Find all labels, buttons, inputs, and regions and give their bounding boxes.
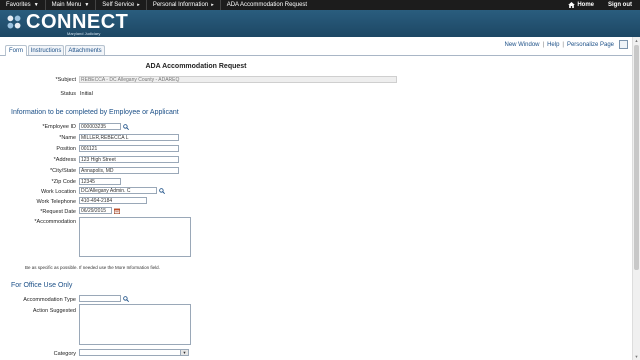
brand-banner: CONNECT Maryland Judiciary <box>0 10 640 37</box>
zip-code-field[interactable]: 12345 <box>79 178 121 185</box>
calendar-icon[interactable] <box>114 208 120 214</box>
chevron-right-icon: ▸ <box>137 2 140 8</box>
work-location-label: Work Location <box>40 189 76 195</box>
new-window-icon[interactable] <box>619 40 628 49</box>
chevron-down-icon[interactable]: ▼ <box>180 350 188 355</box>
main-menu-label: Main Menu <box>51 2 82 8</box>
chevron-down-icon: ▼ <box>84 2 90 8</box>
search-icon[interactable] <box>123 124 129 130</box>
request-date-label: *Request Date <box>40 209 76 215</box>
subject-label: *Subject <box>55 77 77 83</box>
top-navigation-bar: Favorites ▼ Main Menu ▼ Self Service ▸ Pers… <box>0 0 640 10</box>
chevron-right-icon: ▸ <box>211 2 214 8</box>
status-label: Status <box>60 91 76 97</box>
chevron-down-icon: ▼ <box>33 2 39 8</box>
category-label: Category <box>53 351 76 357</box>
action-suggested-textarea[interactable] <box>79 304 191 345</box>
favorites-menu[interactable]: Favorites ▼ <box>0 0 46 10</box>
section-office-heading: For Office Use Only <box>11 282 73 289</box>
scroll-down-icon[interactable]: ▼ <box>634 354 639 359</box>
search-icon[interactable] <box>159 188 165 194</box>
employee-id-label: *Employee ID <box>42 124 76 130</box>
category-select[interactable]: ▼ <box>79 349 189 356</box>
name-field[interactable]: MILLER,REBECCA L <box>79 134 179 141</box>
personalize-page-link[interactable]: Personalize Page <box>567 42 614 48</box>
accommodation-hint: Be as specific as possible. If needed us… <box>25 265 160 270</box>
page-links: New Window | Help | Personalize Page <box>504 40 628 49</box>
request-date-field[interactable]: 06/29/2015 <box>79 207 112 214</box>
breadcrumb-personal-information-label: Personal Information <box>152 2 209 8</box>
work-telephone-field[interactable]: 410-494-2184 <box>79 197 147 204</box>
zip-code-label: *Zip Code <box>51 179 76 185</box>
status-value: Initial <box>80 91 93 97</box>
page-title: ADA Accommodation Request <box>145 63 247 70</box>
favorites-menu-label: Favorites <box>6 2 31 8</box>
name-label: *Name <box>59 135 76 141</box>
logo-mark-icon <box>7 15 21 29</box>
accommodation-textarea[interactable] <box>79 217 191 257</box>
brand-name: CONNECT <box>26 11 129 33</box>
subject-field: REBECCA - DC Allegany County - ADAREQ <box>79 76 397 83</box>
new-window-link[interactable]: New Window <box>504 42 539 48</box>
home-link-label: Home <box>577 2 594 8</box>
tab-instructions[interactable]: Instructions <box>28 45 64 55</box>
city-state-field[interactable]: Annapolis, MD <box>79 167 179 174</box>
work-telephone-label: Work Telephone <box>36 199 76 205</box>
tab-form[interactable]: Form <box>5 45 27 56</box>
breadcrumb-current-page: ADA Accommodation Request <box>226 2 308 8</box>
address-field[interactable]: 123 High Street <box>79 156 179 163</box>
tab-attachments[interactable]: Attachments <box>65 45 105 55</box>
connect-logo: CONNECT Maryland Judiciary <box>5 11 129 36</box>
position-label: Position <box>56 146 76 152</box>
link-separator: | <box>562 41 564 48</box>
home-link[interactable]: Home <box>568 2 594 8</box>
vertical-scrollbar[interactable]: ▲ ▼ <box>632 37 640 360</box>
work-location-field[interactable]: DC/Allegany Admin. C <box>79 187 157 194</box>
main-menu[interactable]: Main Menu ▼ <box>46 0 97 10</box>
scroll-up-icon[interactable]: ▲ <box>634 38 639 43</box>
accommodation-type-field[interactable] <box>79 295 121 302</box>
breadcrumb-self-service[interactable]: Self Service ▸ <box>96 0 147 10</box>
home-icon <box>568 2 576 8</box>
action-suggested-label: Action Suggested <box>32 308 76 314</box>
search-icon[interactable] <box>123 296 129 302</box>
help-link[interactable]: Help <box>547 42 559 48</box>
section-employee-heading: Information to be completed by Employee … <box>11 109 179 116</box>
city-state-label: *City/State <box>50 168 76 174</box>
scrollbar-thumb[interactable] <box>634 45 639 270</box>
position-field[interactable]: 001121 <box>79 145 179 152</box>
employee-id-field[interactable]: 000003235 <box>79 123 121 130</box>
sign-out-link[interactable]: Sign out <box>608 2 632 8</box>
breadcrumb-personal-information[interactable]: Personal Information ▸ <box>147 0 221 10</box>
brand-tagline: Maryland Judiciary <box>67 31 101 36</box>
accommodation-type-label: Accommodation Type <box>23 297 76 303</box>
address-label: *Address <box>53 157 76 163</box>
accommodation-label: *Accommodation <box>34 219 76 225</box>
link-separator: | <box>542 41 545 48</box>
breadcrumb-self-service-label: Self Service <box>102 2 135 8</box>
